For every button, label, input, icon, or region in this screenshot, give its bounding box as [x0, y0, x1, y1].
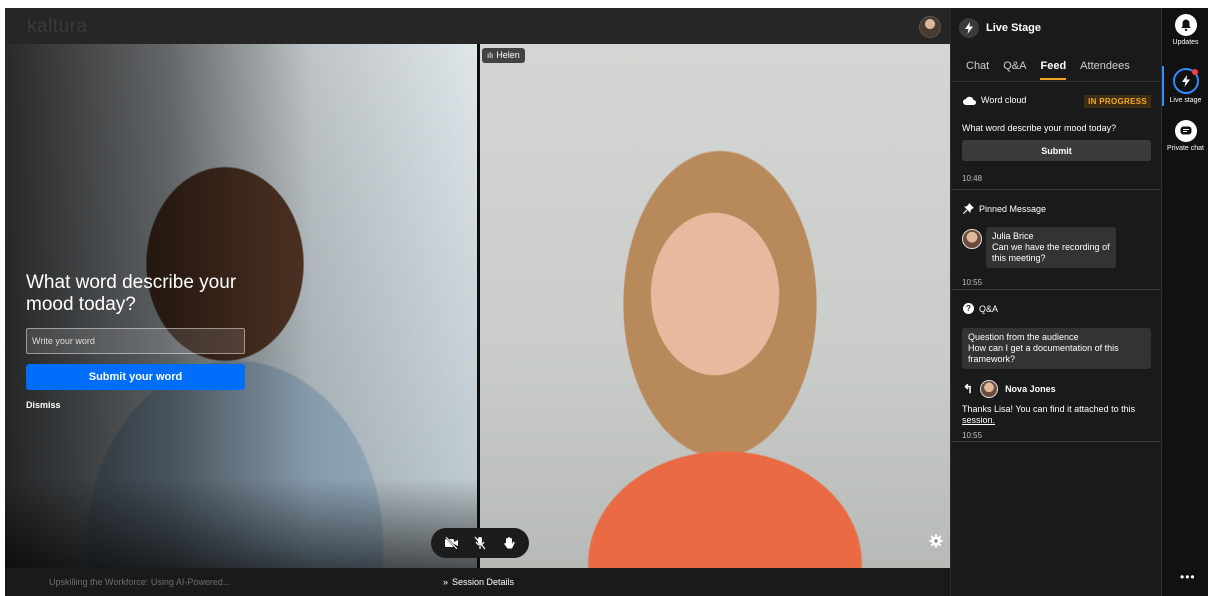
qa-time: 10:55	[962, 431, 983, 440]
rail-label-live-stage: Live stage	[1169, 97, 1202, 104]
word-input[interactable]	[26, 328, 245, 354]
answer-text: Thanks Lisa! You can find it attached to…	[962, 404, 1136, 414]
status-badge: IN PROGRESS	[1084, 95, 1151, 108]
word-cloud-title: Word cloud	[981, 95, 1027, 105]
qa-header: ? Q&A	[963, 303, 998, 314]
reply-arrow-icon: ↰	[963, 382, 974, 396]
tab-chat[interactable]: Chat	[966, 60, 989, 80]
audience-question-bubble: Question from the audience How can I get…	[962, 328, 1151, 369]
question-icon: ?	[963, 303, 974, 314]
feed-card-word-cloud: Word cloud IN PROGRESS What word describ…	[951, 82, 1161, 190]
submit-word-button[interactable]: Submit your word	[26, 364, 245, 390]
tab-qa[interactable]: Q&A	[1003, 60, 1026, 80]
question-text: How can I get a documentation of this fr…	[968, 343, 1119, 364]
qa-title: Q&A	[979, 303, 999, 314]
rail-item-updates[interactable]: Updates	[1162, 14, 1208, 46]
pinned-time: 10:55	[962, 278, 983, 287]
word-cloud-poll: What word describe your mood today? Subm…	[26, 272, 251, 410]
video-stage: ılı Helen What word describe your mood t…	[5, 44, 950, 568]
session-link[interactable]: session.	[962, 415, 995, 425]
bell-icon	[1174, 14, 1197, 36]
user-avatar[interactable]	[919, 16, 941, 38]
pin-icon	[963, 203, 974, 214]
camera-off-icon[interactable]	[444, 535, 460, 551]
live-stage-icon	[1172, 68, 1199, 94]
pinned-title: Pinned Message	[979, 203, 1047, 214]
answer-row: ↰ Nova Jones	[963, 380, 1056, 398]
julia-avatar	[962, 229, 982, 249]
word-cloud-time: 10:48	[962, 174, 983, 183]
notification-dot	[1191, 69, 1198, 75]
feed-card-qa: ? Q&A Question from the audience How can…	[951, 290, 1161, 442]
microphone-off-icon[interactable]	[472, 535, 488, 551]
answer-text-block: Thanks Lisa! You can find it attached to…	[962, 404, 1154, 426]
panel-tabs: Chat Q&A Feed Attendees	[966, 60, 1144, 80]
word-cloud-submit-button[interactable]: Submit	[962, 140, 1151, 161]
media-controls	[431, 528, 529, 558]
pinned-header: Pinned Message	[963, 203, 1046, 214]
video-tile-helen	[480, 44, 950, 568]
pinned-author: Julia Brice	[992, 231, 1034, 241]
nova-avatar	[980, 380, 999, 398]
rail-item-private-chat[interactable]: Private chat	[1162, 120, 1208, 152]
tab-feed[interactable]: Feed	[1040, 60, 1067, 80]
lightning-icon	[959, 18, 979, 38]
question-header: Question from the audience	[968, 332, 1079, 342]
panel-header: Live Stage	[959, 18, 1041, 38]
rail-label-private-chat: Private chat	[1167, 145, 1204, 152]
settings-gear-icon[interactable]	[929, 534, 943, 548]
app-window: kaltura ılı Helen What word describe you…	[5, 8, 1208, 596]
raise-hand-icon[interactable]	[501, 535, 517, 551]
participant-name: Helen	[496, 50, 520, 60]
rail-label-updates: Updates	[1172, 39, 1199, 46]
chevrons-down-icon: »	[443, 577, 449, 587]
rail-item-live-stage[interactable]: Live stage	[1162, 68, 1208, 104]
dismiss-button[interactable]: Dismiss	[26, 400, 251, 410]
session-title: Upskilling the Workforce: Using AI-Power…	[49, 577, 231, 587]
tab-attendees[interactable]: Attendees	[1080, 60, 1130, 80]
kaltura-logo: kaltura	[27, 16, 88, 37]
live-stage-panel: Live Stage Chat Q&A Feed Attendees Word …	[950, 8, 1161, 596]
word-cloud-question: What word describe your mood today?	[962, 123, 1117, 133]
video-bottom-shade	[5, 478, 477, 568]
more-options-button[interactable]: •••	[1180, 570, 1196, 584]
bottom-bar: Upskilling the Workforce: Using AI-Power…	[5, 568, 950, 596]
poll-question: What word describe your mood today?	[26, 272, 237, 315]
session-details-button[interactable]: » Session Details	[443, 577, 514, 587]
chat-bubble-icon	[1174, 120, 1197, 142]
top-bar: kaltura	[5, 8, 950, 44]
right-rail: Updates Live stage Private chat •••	[1161, 8, 1208, 596]
pinned-message-text: Can we have the recording of this meetin…	[992, 242, 1110, 263]
feed-card-pinned: Pinned Message Julia Brice Can we have t…	[951, 190, 1161, 290]
pinned-message-bubble: Julia Brice Can we have the recording of…	[986, 227, 1116, 268]
participant-name-tag: ılı Helen	[482, 48, 525, 63]
audio-level-icon: ılı	[487, 51, 494, 60]
panel-title: Live Stage	[986, 22, 1042, 34]
session-details-label: Session Details	[452, 577, 515, 587]
answer-author: Nova Jones	[1005, 384, 1056, 394]
cloud-icon	[963, 96, 976, 105]
